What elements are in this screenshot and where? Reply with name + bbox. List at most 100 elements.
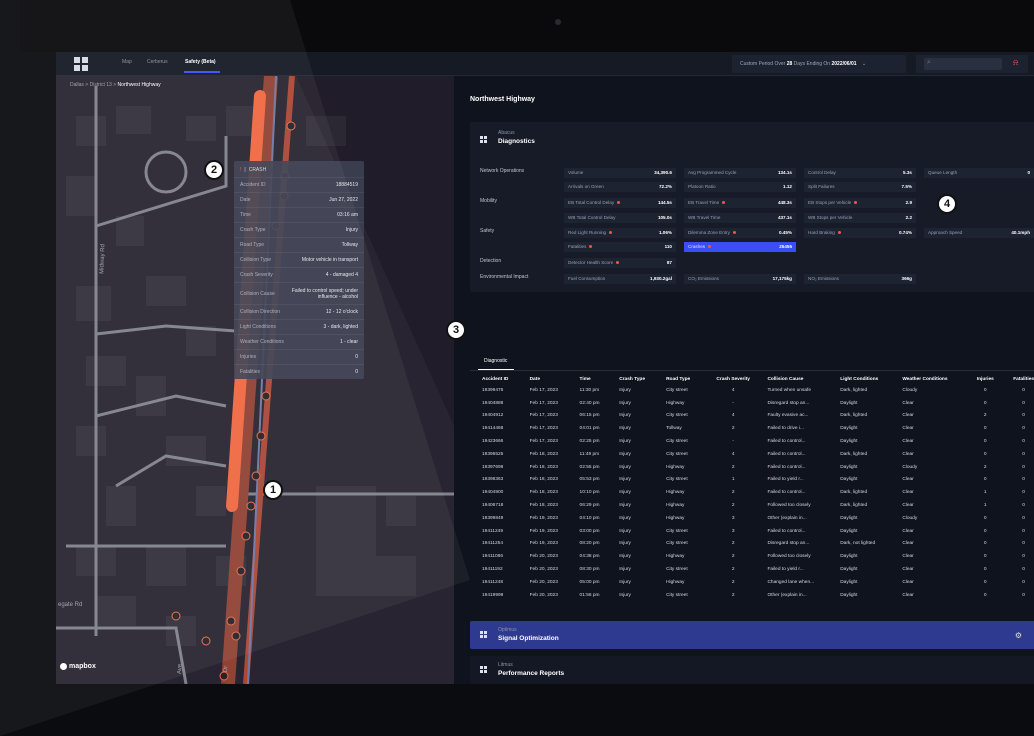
nav-cerberus[interactable]: Cerberus [147,59,168,65]
table-row[interactable]: 19411086 Feb 20, 2023 04:38 pm Injury Highwa… [470,550,1034,563]
gear-icon[interactable]: ⚙ [1015,631,1022,640]
table-cell: Highway [666,400,685,406]
metric-eb-total-control-delay[interactable]: EB Total Control Delay 144.5s [564,198,676,208]
card-subtitle: Abacus [498,130,515,136]
nav-map[interactable]: Map [122,59,132,65]
metric-dilemma-zone-entry[interactable]: Dilemma Zone Entry 0.45% [684,228,796,238]
metric-eb-travel-time[interactable]: EB Travel Time 448.3s [684,198,796,208]
column-header[interactable]: Injuries [961,374,997,384]
table-row[interactable]: 19406718 Feb 18, 2023 06:29 pm Injury Highwa… [470,499,1034,512]
callout-marker: 4 [937,194,957,214]
column-header[interactable]: Crash Type [607,374,654,384]
popup-key: Time [240,212,251,218]
metric-eb-stops-per-vehicle[interactable]: EB Stops per Vehicle 2.9 [804,198,916,208]
table-row[interactable]: 19414468 Feb 17, 2023 04:01 pm Injury Tollwa… [470,422,1034,435]
period-days: 28 [786,61,793,67]
metric-split-failures[interactable]: Split Failures 7.5% [804,182,916,192]
metric-platoon-ratio[interactable]: Platoon Ratio 1.12 [684,182,796,192]
mapbox-logo: mapbox [60,663,96,670]
table-cell: Injury [619,426,631,432]
table-row[interactable]: 19404888 Feb 17, 2023 02:40 pm Injury Highwa… [470,397,1034,410]
litmus-icon [480,666,487,673]
signal-optimization-card[interactable]: Optimus Signal Optimization ⚙ [470,621,1034,649]
map-view[interactable]: Dallas > District 13 > Northwest Highway… [56,76,454,684]
table-row[interactable]: 19399476 Feb 17, 2023 11:30 pm Injury City s… [470,384,1034,397]
metric-fatalities[interactable]: Fatalities 110 [564,242,676,252]
table-row[interactable]: 19411249 Feb 19, 2023 03:00 pm Injury City s… [470,525,1034,538]
metric-fuel-consumption[interactable]: Fuel Consumption 1,930.2gal [564,274,676,284]
table-row[interactable]: 19411192 Feb 20, 2023 08:30 pm Injury City s… [470,563,1034,576]
popup-key: Collision Direction [240,309,281,315]
table-row[interactable]: 19395525 Feb 18, 2023 11:49 pm Injury City s… [470,448,1034,461]
breadcrumb-city[interactable]: Dallas [70,82,84,88]
column-header[interactable]: Accident ID [470,374,518,384]
table-cell: Feb 17, 2023 [529,439,558,445]
table-row[interactable]: 19411254 Feb 19, 2023 08:20 pm Injury City s… [470,538,1034,551]
nav-safety[interactable]: Safety (Beta) [185,59,216,65]
metric-approach-speed[interactable]: Approach Speed 40.1mph [924,228,1034,238]
metric-wb-stops-per-vehicle[interactable]: WB Stops per Vehicle 2.2 [804,213,916,223]
breadcrumb-separator: > [85,82,89,88]
table-cell: 4 [731,451,735,457]
table-row[interactable]: 19398363 Feb 18, 2023 05:53 pm Injury City s… [470,474,1034,487]
tab-diagnostic[interactable]: Diagnostic [484,358,507,364]
crash-table: Accident ID Date Time Crash Type Road Type Cr… [470,374,1034,602]
table-row[interactable]: 19404912 Feb 17, 2023 06:15 pm Injury City s… [470,410,1034,423]
metric-value: 437.1s [777,215,792,220]
column-header[interactable]: Date [518,374,568,384]
table-cell: 19398363 [482,477,504,483]
metric-label: Dilemma Zone Entry [688,230,730,235]
popup-value: 12 - 12 o'clock [325,309,358,315]
table-row[interactable]: 19404900 Feb 18, 2023 10:10 pm Injury Highwa… [470,486,1034,499]
metric-crashes[interactable]: Crashes 25455 [684,242,796,252]
table-row[interactable]: 19423666 Feb 17, 2023 02:25 pm Injury City s… [470,435,1034,448]
popup-row: Collision Type Motor vehicle in transport [234,252,364,267]
table-row[interactable]: 19411248 Feb 20, 2023 05:00 pm Injury Highwa… [470,576,1034,589]
metric-label: EB Stops per Vehicle [808,200,852,205]
metric-co-emissions[interactable]: CO₂ Emissions 17,175kg [684,274,796,284]
table-cell: 0 [1022,464,1025,470]
metric-wb-travel-time[interactable]: WB Travel Time 437.1s [684,213,796,223]
chevron-down-icon: ⌄ [861,61,867,67]
metric-value: 87 [666,260,672,265]
table-row[interactable]: 19397698 Feb 18, 2023 02:55 pm Injury Highwa… [470,461,1034,474]
metric-detector-health-score[interactable]: Detector Health Score 87 [564,258,676,268]
search-input[interactable] [924,58,1002,70]
metric-volume[interactable]: Volume 34,390.6 [564,168,676,178]
table-row[interactable]: 19399849 Feb 19, 2023 04:10 pm Injury Highwa… [470,512,1034,525]
notification-icon[interactable]: ⍾ [1013,58,1018,68]
performance-reports-card[interactable]: Litmus Performance Reports [470,656,1034,684]
column-header[interactable]: Road Type [654,374,699,384]
table-cell: Followed too closely [767,503,811,509]
metric-red-light-running[interactable]: Red Light Running 1.06% [564,228,676,238]
alert-dot-icon [708,245,712,249]
table-cell: 19404888 [482,400,504,406]
column-header[interactable]: Weather Conditions [890,374,961,384]
metric-value: 2.2 [905,215,912,220]
column-header[interactable]: Collision Cause [755,374,828,384]
metric-label: Avg Programmed Cycle [688,170,737,175]
table-cell: 2 [731,490,735,496]
metric-hard-braking[interactable]: Hard Braking 0.74% [804,228,916,238]
search-icon[interactable]: ⌕ [927,59,931,67]
metric-avg-programmed-cycle[interactable]: Avg Programmed Cycle 134.1s [684,168,796,178]
column-header[interactable]: Fatalities [997,374,1034,384]
popup-row: Road Type Tollway [234,237,364,252]
metric-queue-length[interactable]: Queue Length 0 [924,168,1034,178]
metric-value: 25455 [779,244,792,249]
table-cell: 19411086 [482,554,503,560]
table-header-row: Accident ID Date Time Crash Type Road Type Cr… [470,374,1034,384]
metric-arrivals-on-green[interactable]: Arrivals on Green 72.2% [564,182,676,192]
column-header[interactable]: Crash Severity [699,374,756,384]
column-header[interactable]: Light Conditions [828,374,890,384]
table-row[interactable]: 19419999 Feb 20, 2023 01:56 pm Injury City s… [470,589,1034,602]
breadcrumb-district[interactable]: District 13 [90,82,112,88]
period-selector[interactable]: Custom Period Over 28 Days Ending On 202… [732,55,906,73]
metric-wb-total-control-delay[interactable]: WB Total Control Delay 105.0s [564,213,676,223]
table-cell: Highway [666,464,685,470]
app-logo-icon[interactable] [74,57,88,71]
metric-no-emissions[interactable]: NO₂ Emissions 366g [804,274,916,284]
column-header[interactable]: Time [568,374,608,384]
metric-control-delay[interactable]: Control Delay 5.3s [804,168,916,178]
table-cell: Injury [619,541,631,547]
